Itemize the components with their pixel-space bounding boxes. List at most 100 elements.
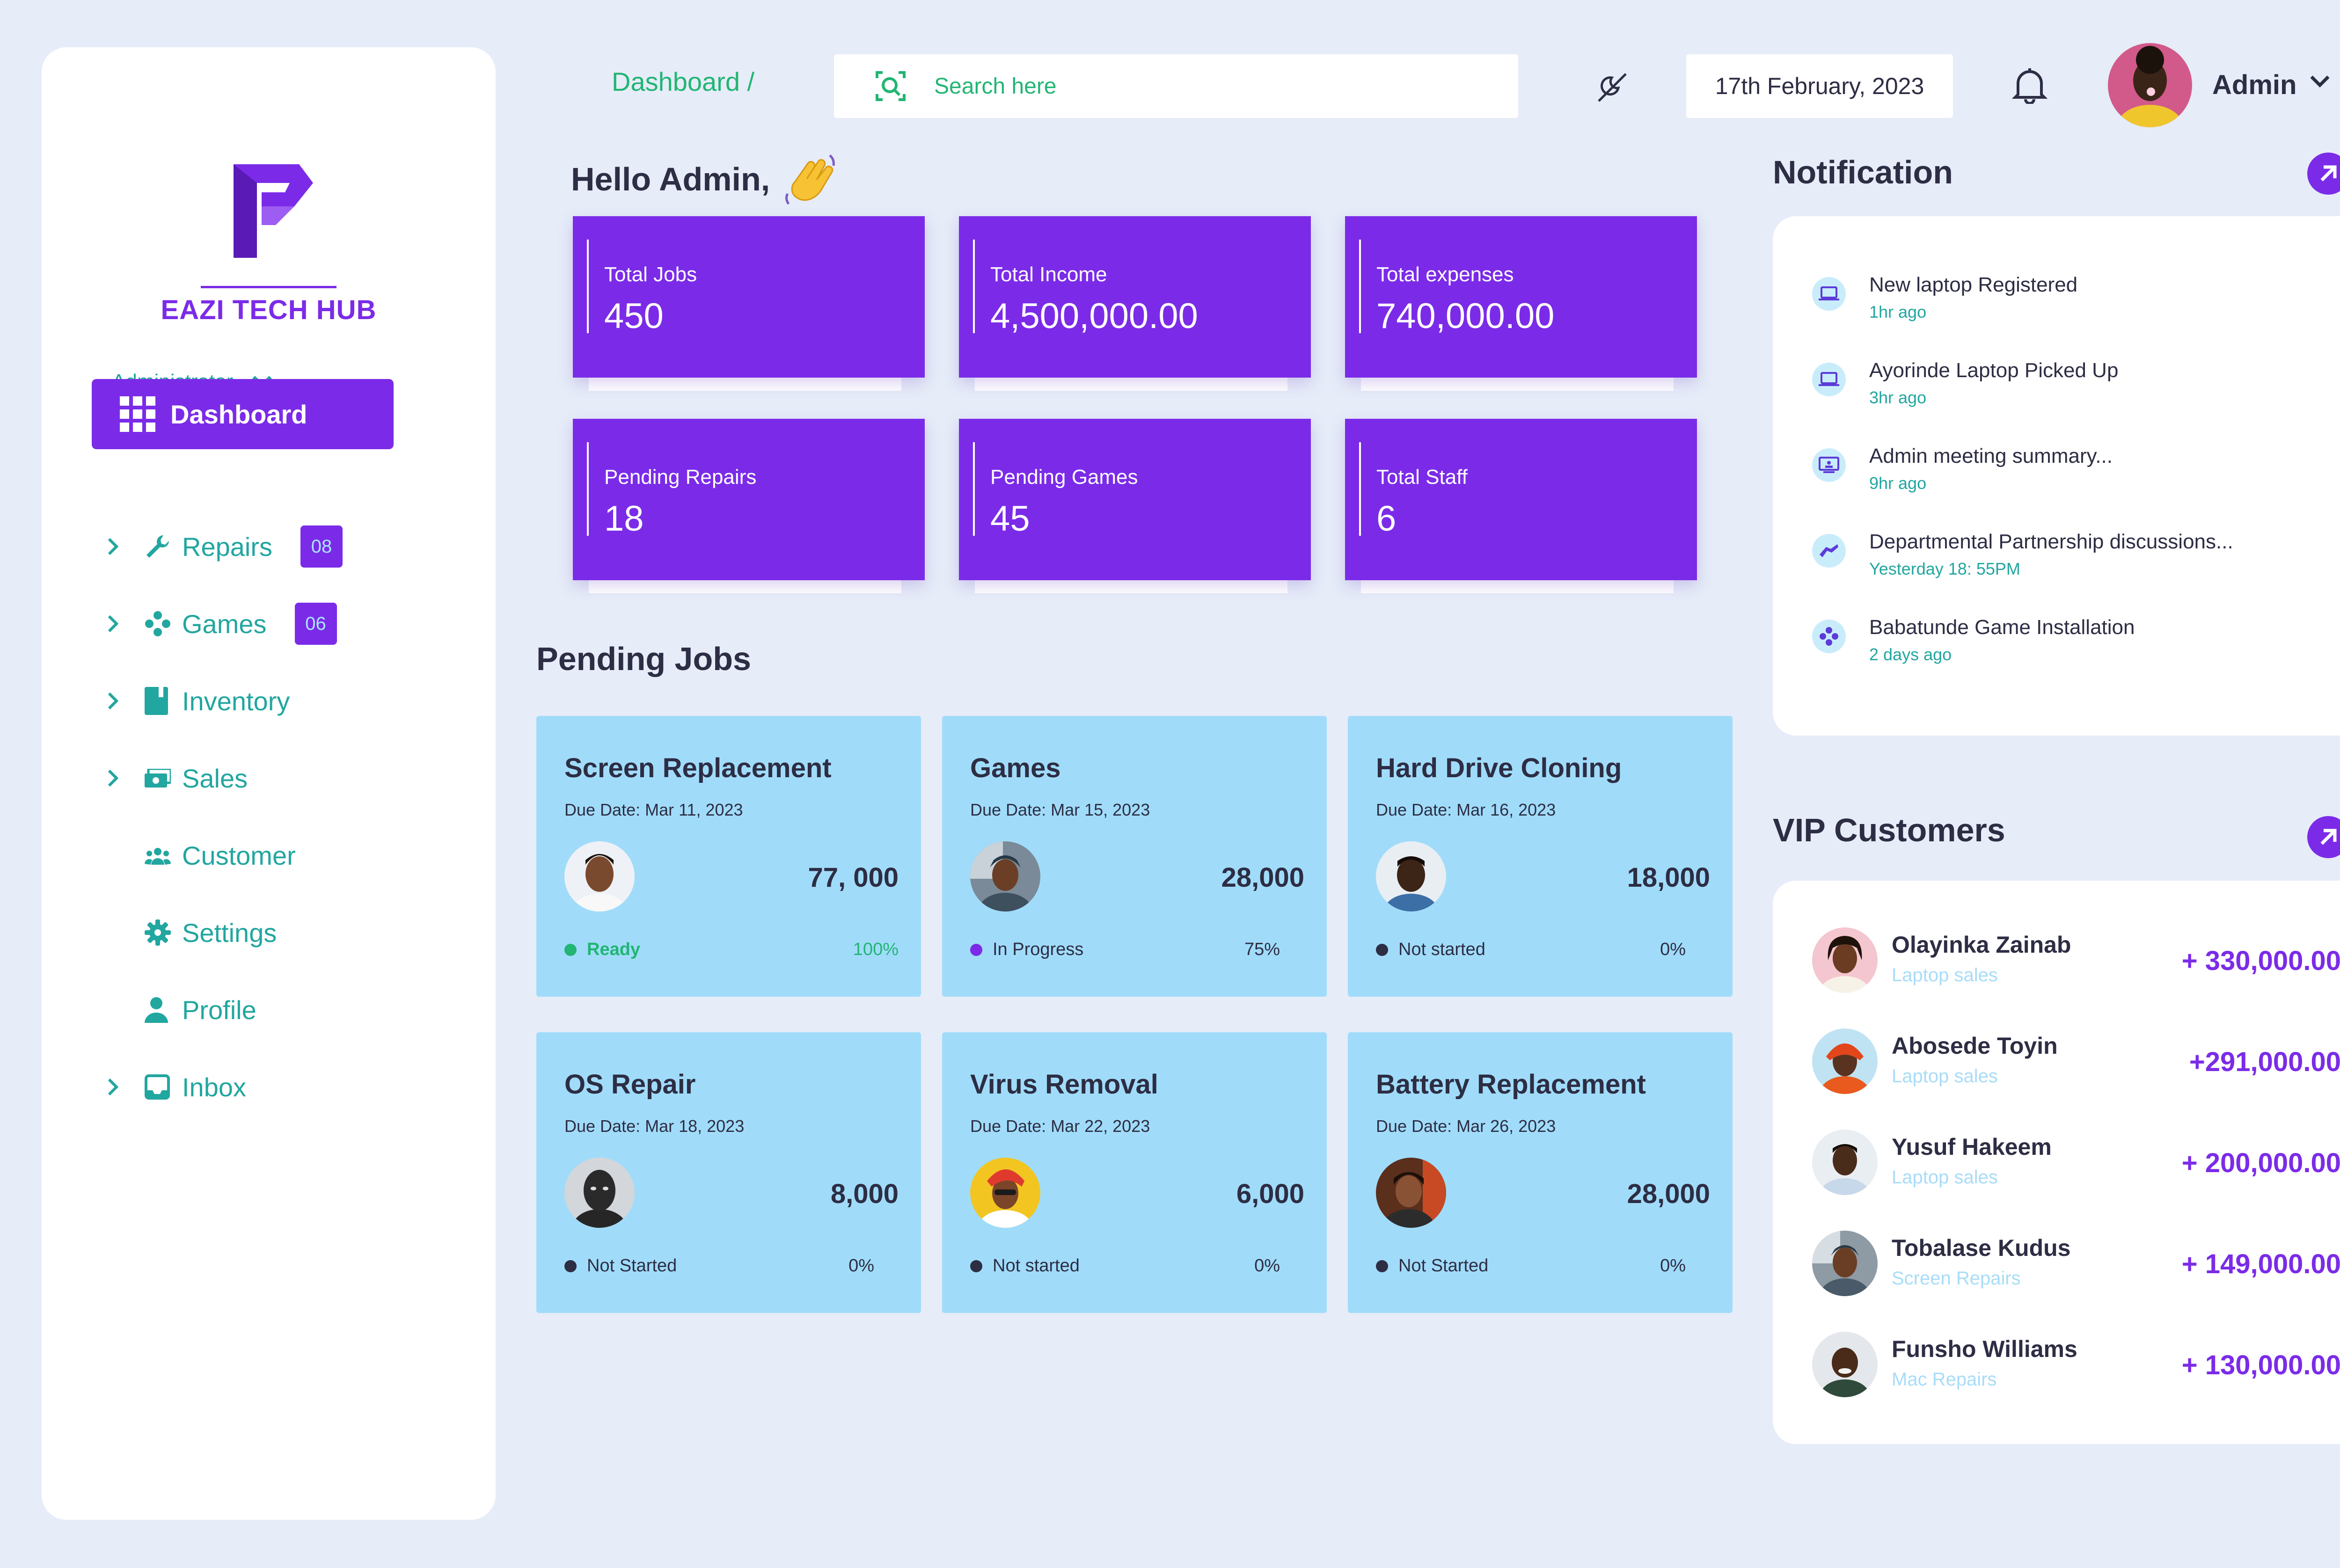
notification-item[interactable]: Admin meeting summary... 9hr ago — [1812, 445, 2113, 493]
notification-item[interactable]: New laptop Registered 1hr ago — [1812, 273, 2077, 322]
stat-label: Pending Games — [990, 466, 1138, 489]
customer-category: Laptop sales — [1892, 965, 1998, 985]
gear-icon — [145, 919, 182, 946]
stat-label: Total Jobs — [604, 263, 697, 286]
sidebar-item-label: Dashboard — [170, 399, 307, 429]
stat-value: 45 — [990, 499, 1030, 539]
avatar — [1812, 1231, 1878, 1296]
stat-card-total-expenses[interactable]: Total expenses 740,000.00 — [1345, 216, 1697, 391]
job-card[interactable]: Hard Drive Cloning Due Date: Mar 16, 202… — [1348, 716, 1733, 997]
breadcrumb[interactable]: Dashboard / — [612, 66, 754, 97]
sidebar-item-settings[interactable]: Settings — [107, 912, 277, 954]
sidebar-item-profile[interactable]: Profile — [107, 989, 256, 1031]
notification-text: New laptop Registered — [1869, 273, 2078, 296]
open-vip-customers-button[interactable] — [2307, 816, 2340, 858]
stat-accent-bar — [587, 442, 589, 536]
job-due-date: Due Date: Mar 22, 2023 — [970, 1116, 1150, 1136]
sidebar-item-repairs[interactable]: Repairs 08 — [107, 525, 343, 568]
stat-accent-bar — [973, 442, 975, 536]
avatar — [1812, 927, 1878, 993]
vip-customers-title: VIP Customers — [1773, 812, 2005, 848]
vip-customer-row[interactable]: Tobalase Kudus Screen Repairs + 149,000.… — [1812, 1231, 2340, 1301]
stat-card-total-jobs[interactable]: Total Jobs 450 — [573, 216, 925, 391]
job-amount: 28,000 — [1221, 862, 1304, 893]
customer-category: Laptop sales — [1892, 1066, 1998, 1087]
notification-item[interactable]: Ayorinde Laptop Picked Up 3hr ago — [1812, 359, 2118, 408]
avatar[interactable] — [2108, 43, 2192, 127]
vip-customer-row[interactable]: Funsho Williams Mac Repairs + 130,000.00 — [1812, 1332, 2340, 1402]
notification-time: 1hr ago — [1869, 302, 1927, 321]
chevron-right-icon[interactable] — [107, 537, 135, 556]
brand-name: EAZI TECH HUB — [161, 295, 377, 325]
notification-panel: New laptop Registered 1hr ago Ayorinde L… — [1773, 216, 2340, 736]
job-title: Virus Removal — [970, 1069, 1158, 1100]
avatar — [1812, 1332, 1878, 1397]
status-label: In Progress — [993, 940, 1084, 959]
search-bar[interactable]: Search here — [834, 54, 1518, 118]
sidebar-item-inbox[interactable]: Inbox — [107, 1066, 246, 1108]
job-status: Ready — [564, 940, 640, 960]
customer-category: Screen Repairs — [1892, 1268, 2021, 1289]
sidebar-item-sales[interactable]: Sales — [107, 757, 248, 799]
chevron-right-icon[interactable] — [107, 769, 135, 788]
customer-name: Abosede Toyin — [1892, 1033, 2058, 1059]
job-card[interactable]: Screen Replacement Due Date: Mar 11, 202… — [536, 716, 921, 997]
stat-card-total-staff[interactable]: Total Staff 6 — [1345, 419, 1697, 593]
status-dot — [970, 1260, 982, 1272]
notification-title: Notification — [1773, 154, 1953, 190]
job-status: In Progress — [970, 940, 1083, 960]
job-progress: 0% — [848, 1256, 874, 1276]
cash-icon — [145, 769, 182, 788]
bell-icon[interactable] — [2011, 66, 2048, 104]
customer-amount: +291,000.00 — [2189, 1047, 2340, 1077]
sidebar-item-games[interactable]: Games 06 — [107, 603, 337, 645]
open-notifications-button[interactable] — [2307, 153, 2340, 195]
job-amount: 6,000 — [1236, 1179, 1304, 1209]
theme-toggle-icon[interactable] — [1596, 71, 1629, 104]
stat-card-pending-repairs[interactable]: Pending Repairs 18 — [573, 419, 925, 593]
sidebar-item-label: Settings — [182, 918, 277, 948]
job-card[interactable]: OS Repair Due Date: Mar 18, 2023 8,000 N… — [536, 1032, 921, 1313]
chevron-right-icon[interactable] — [107, 1078, 135, 1096]
count-badge: 08 — [300, 525, 343, 568]
waving-hand-icon — [785, 154, 835, 205]
brand-logo[interactable]: EAZI TECH HUB — [42, 117, 496, 325]
gamepad-icon — [1812, 620, 1846, 653]
notification-time: 9hr ago — [1869, 474, 1927, 493]
vip-customers-panel: Olayinka Zainab Laptop sales + 330,000.0… — [1773, 881, 2340, 1444]
notification-text: Departmental Partnership discussions... — [1869, 530, 2233, 553]
job-due-date: Due Date: Mar 16, 2023 — [1376, 800, 1556, 819]
stat-label: Total Income — [990, 263, 1107, 286]
vip-customer-row[interactable]: Olayinka Zainab Laptop sales + 330,000.0… — [1812, 927, 2340, 998]
avatar — [970, 841, 1040, 912]
job-progress: 0% — [1660, 940, 1686, 959]
notification-item[interactable]: Departmental Partnership discussions... … — [1812, 530, 2233, 579]
inbox-icon — [145, 1074, 182, 1100]
chevron-down-icon[interactable] — [2310, 75, 2330, 88]
job-card[interactable]: Battery Replacement Due Date: Mar 26, 20… — [1348, 1032, 1733, 1313]
vip-customer-row[interactable]: Yusuf Hakeem Laptop sales + 200,000.00 — [1812, 1130, 2340, 1200]
stat-label: Total expenses — [1376, 263, 1514, 286]
laptop-icon — [1812, 277, 1846, 311]
customer-name: Tobalase Kudus — [1892, 1235, 2071, 1261]
handshake-icon — [1812, 534, 1846, 568]
job-card[interactable]: Virus Removal Due Date: Mar 22, 2023 6,0… — [942, 1032, 1327, 1313]
search-input[interactable]: Search here — [934, 73, 1057, 99]
stat-card-pending-games[interactable]: Pending Games 45 — [959, 419, 1311, 593]
notification-text: Babatunde Game Installation — [1869, 616, 2135, 639]
greeting: Hello Admin, — [571, 149, 842, 210]
job-card[interactable]: Games Due Date: Mar 15, 2023 28,000 In P… — [942, 716, 1327, 997]
notification-item[interactable]: Babatunde Game Installation 2 days ago — [1812, 616, 2135, 664]
sidebar-item-dashboard[interactable]: Dashboard — [92, 379, 394, 449]
chevron-right-icon[interactable] — [107, 692, 135, 710]
vip-customer-row[interactable]: Abosede Toyin Laptop sales +291,000.00 — [1812, 1028, 2340, 1099]
sidebar-item-customer[interactable]: Customer — [107, 834, 296, 876]
job-status: Not Started — [1376, 1256, 1488, 1276]
avatar — [1376, 841, 1446, 912]
chevron-right-icon[interactable] — [107, 614, 135, 633]
customer-category: Laptop sales — [1892, 1167, 1998, 1188]
user-name[interactable]: Admin — [2212, 69, 2296, 101]
sidebar-item-inventory[interactable]: Inventory — [107, 680, 290, 722]
job-status: Not Started — [564, 1256, 677, 1276]
stat-card-total-income[interactable]: Total Income 4,500,000.00 — [959, 216, 1311, 391]
